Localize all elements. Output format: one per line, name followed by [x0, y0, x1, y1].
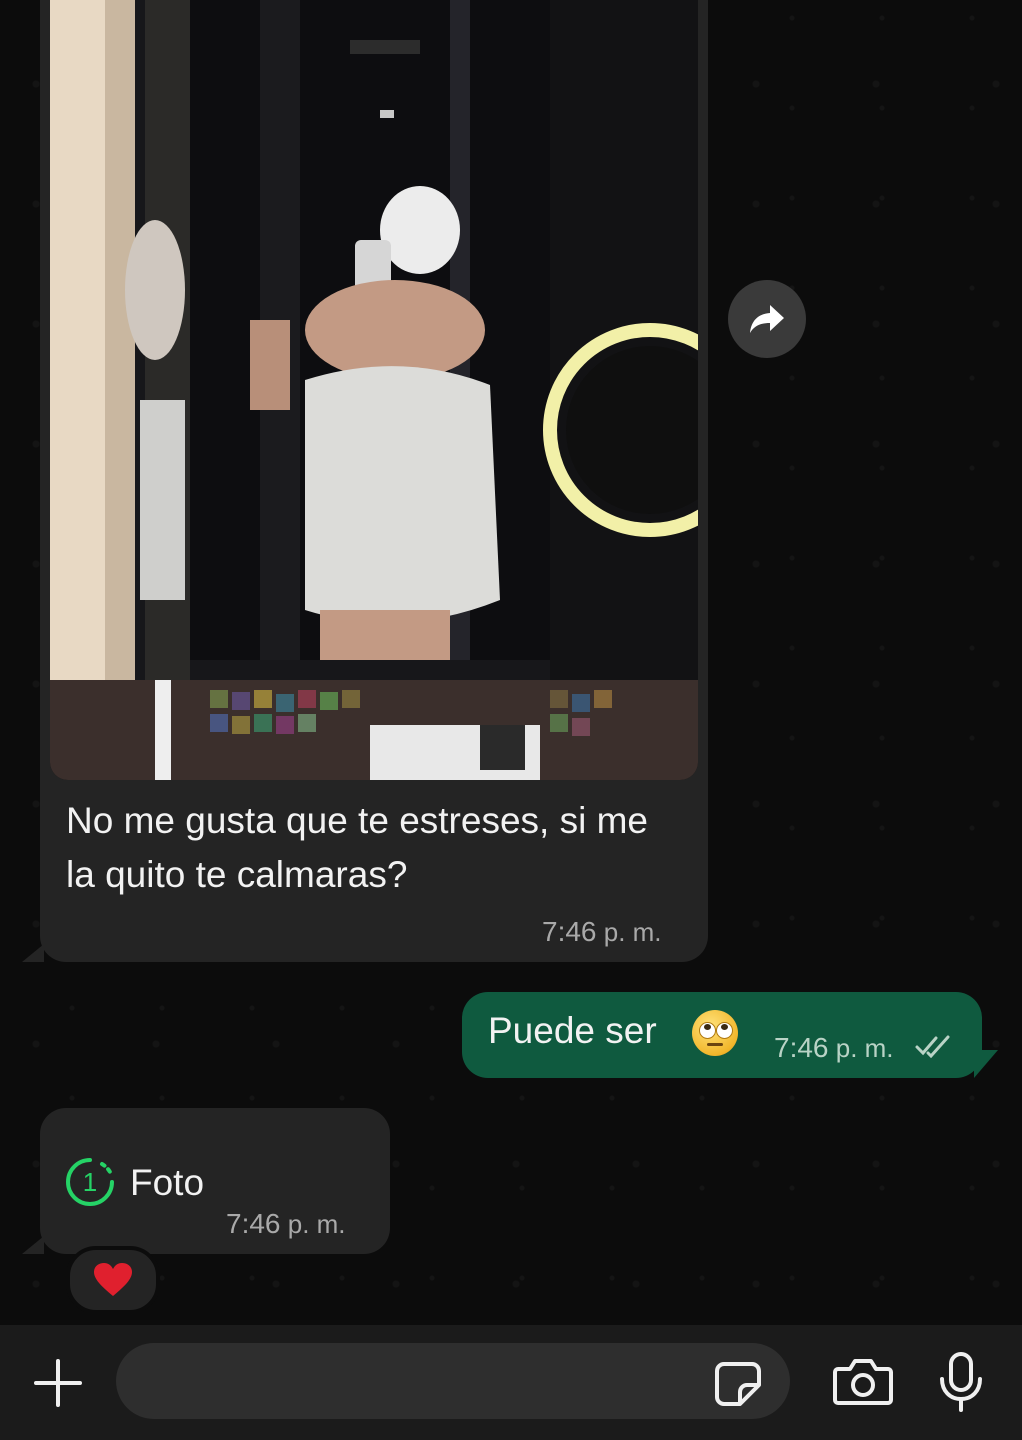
- bubble-tail: [974, 1050, 998, 1078]
- emoji-eye-right: [716, 1022, 733, 1039]
- timestamp-suffix: p. m.: [603, 917, 662, 947]
- sticker-icon[interactable]: [714, 1361, 762, 1407]
- microphone-icon[interactable]: [936, 1351, 986, 1413]
- rolling-eyes-emoji-icon: [692, 1010, 738, 1056]
- camera-icon[interactable]: [832, 1355, 894, 1407]
- forward-arrow-icon: [750, 305, 784, 333]
- photo-caption: No me gusta que te estreses, si me la qu…: [66, 800, 648, 895]
- message-timestamp: 7:46 p. m.: [226, 1208, 346, 1240]
- timestamp-time: 7:46: [542, 916, 597, 947]
- timestamp-time: 7:46: [226, 1208, 281, 1239]
- timestamp-suffix: p. m.: [287, 1209, 346, 1239]
- emoji-mouth: [707, 1043, 723, 1046]
- composer-bar: [0, 1325, 1022, 1440]
- bubble-tail: [22, 944, 44, 962]
- double-check-icon: [915, 1035, 950, 1058]
- message-timestamp: 7:46 p. m.: [542, 916, 662, 948]
- view-once-photo-message[interactable]: 1 Foto 7:46 p. m.: [40, 1108, 390, 1254]
- message-input[interactable]: [116, 1343, 790, 1419]
- timestamp-suffix: p. m.: [835, 1033, 894, 1063]
- outgoing-message-text: Puede ser: [488, 1010, 657, 1051]
- message-timestamp: 7:46 p. m.: [774, 1032, 894, 1064]
- heart-reaction[interactable]: [66, 1246, 160, 1314]
- heart-icon: [94, 1263, 132, 1296]
- timestamp-time: 7:46: [774, 1032, 829, 1063]
- incoming-photo-message[interactable]: No me gusta que te estreses, si me la qu…: [40, 0, 708, 962]
- shared-photo[interactable]: [50, 0, 698, 780]
- view-once-label: Foto: [130, 1162, 205, 1203]
- view-once-icon: 1: [66, 1158, 114, 1206]
- forward-button[interactable]: [728, 280, 806, 358]
- view-once-badge: 1: [83, 1167, 97, 1197]
- bubble-tail: [22, 1236, 44, 1254]
- outgoing-message[interactable]: Puede ser 7:46 p. m.: [462, 992, 982, 1078]
- plus-icon[interactable]: [30, 1355, 86, 1411]
- emoji-eye-left: [699, 1022, 716, 1039]
